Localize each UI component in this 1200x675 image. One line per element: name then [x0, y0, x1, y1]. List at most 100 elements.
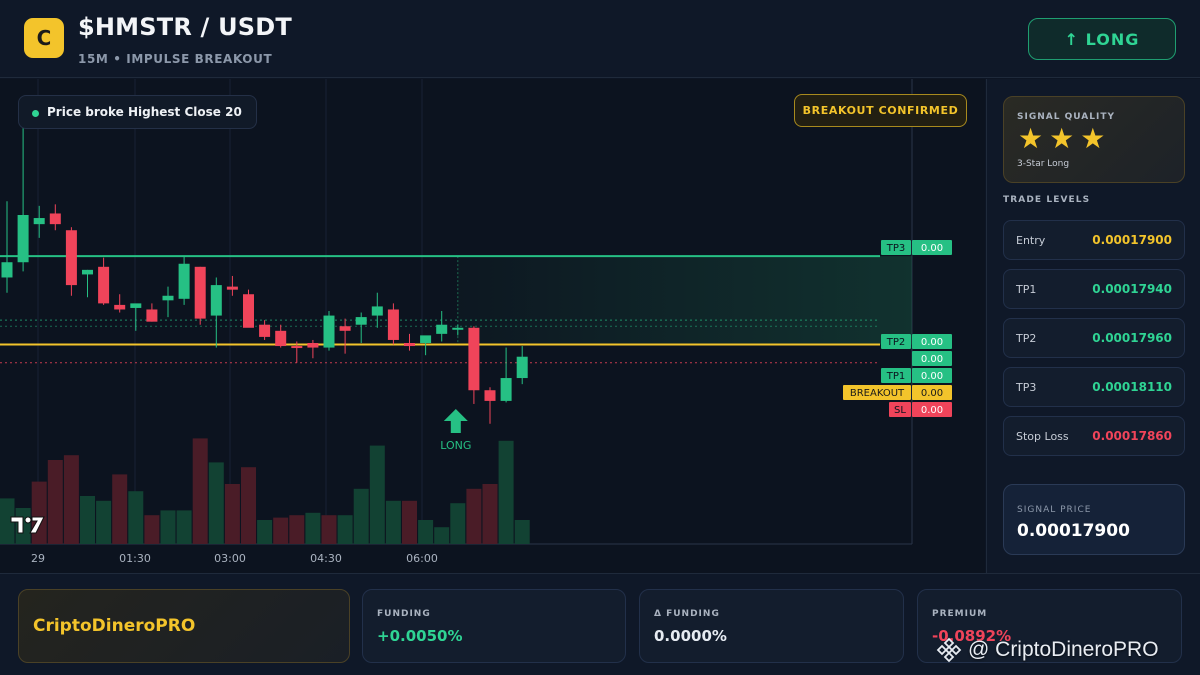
candle-body: [178, 263, 190, 299]
breakout-badge: BREAKOUT CONFIRMED: [794, 94, 967, 127]
candle-body: [452, 327, 464, 330]
trade-level-row: Entry 0.00017900: [1003, 220, 1185, 260]
long-button[interactable]: ↑ LONG: [1028, 18, 1176, 60]
level-tag-label: TP1: [886, 371, 906, 382]
volume-bar: [224, 484, 240, 544]
volume-bar: [112, 474, 128, 544]
delta-funding-card: Δ FUNDING 0.0000%: [639, 589, 904, 663]
candle-body: [484, 390, 496, 401]
level-tag-label: TP3: [886, 243, 906, 254]
chart-note-text: Price broke Highest Close 20: [47, 105, 242, 119]
candle-body: [307, 343, 319, 348]
candle-body: [323, 315, 335, 348]
time-axis-label: 01:30: [119, 552, 151, 565]
watermark-text: @ CriptoDineroPRO: [968, 638, 1159, 661]
watermark: @ CriptoDineroPRO: [936, 636, 1159, 664]
volume-bar: [418, 520, 434, 544]
star-icon: ★: [1018, 122, 1044, 155]
trade-level-row: TP2 0.00017960: [1003, 318, 1185, 358]
tradingview-logo-icon[interactable]: [10, 515, 46, 535]
volume-bar: [402, 500, 417, 544]
funding-value: +0.0050%: [377, 627, 463, 645]
candle-body: [387, 309, 399, 340]
candle-body: [194, 266, 206, 319]
header: C $HMSTR / USDT 15M • IMPULSE BREAKOUT ↑…: [0, 0, 1200, 78]
volume-bar: [144, 515, 160, 544]
trade-level-value: 0.00018110: [1092, 380, 1172, 394]
volume-bar: [450, 503, 466, 544]
volume-bar: [241, 467, 256, 544]
candle-body: [420, 335, 432, 343]
signal-quality-description: 3-Star Long: [1017, 159, 1070, 169]
star-icon: ★: [1080, 122, 1106, 155]
signal-price-card: SIGNAL PRICE 0.00017900: [1003, 484, 1185, 555]
volume-bar: [337, 515, 353, 544]
trade-level-label: Stop Loss: [1016, 430, 1069, 443]
volume-bar: [63, 455, 79, 544]
time-axis-label: 03:00: [214, 552, 246, 565]
volume-bar: [160, 510, 176, 544]
candle-body: [243, 294, 254, 328]
level-tag-label: SL: [894, 405, 906, 416]
volume-bar: [208, 462, 224, 544]
volume-bar: [353, 488, 369, 544]
candle-body: [468, 327, 480, 391]
volume-bar: [482, 484, 498, 544]
volume-bar: [305, 512, 321, 544]
volume-bar: [128, 491, 144, 544]
long-marker-label: LONG: [440, 439, 471, 452]
candle-body: [65, 230, 77, 286]
level-tag-value: 0.00: [921, 354, 943, 365]
level-tag-value: 0.00: [921, 388, 943, 399]
level-tag-label: TP2: [886, 337, 906, 348]
volume-bar: [289, 515, 305, 544]
candle-body: [1, 262, 13, 278]
level-tag-value: 0.00: [921, 371, 943, 382]
signal-price-label: SIGNAL PRICE: [1017, 505, 1092, 515]
candle-body: [82, 269, 93, 275]
page-subtitle: 15M • IMPULSE BREAKOUT: [78, 52, 273, 66]
time-axis-label: 04:30: [310, 552, 342, 565]
star-rating: ★ ★ ★: [1018, 125, 1105, 153]
volume-bar: [273, 517, 289, 544]
status-dot-icon: [32, 110, 39, 117]
candle-body: [33, 218, 45, 225]
trade-level-label: Entry: [1016, 234, 1046, 247]
candle-body: [404, 343, 415, 347]
candle-body: [371, 306, 383, 316]
candle-body: [291, 346, 303, 349]
level-tag-value: 0.00: [921, 337, 943, 348]
star-icon: ★: [1049, 122, 1075, 155]
candlestick-chart[interactable]: LONG 29 01:30 03:00 04:30 06:00 TP3 0.00 TP2 0.00…: [0, 79, 985, 573]
trade-level-value: 0.00017900: [1092, 233, 1172, 247]
volume-bar: [369, 445, 385, 544]
signal-price-value: 0.00017900: [1017, 521, 1130, 541]
volume-bar: [466, 488, 482, 544]
funding-card: FUNDING +0.0050%: [362, 589, 626, 663]
candle-body: [259, 324, 271, 337]
volume-bar: [385, 500, 401, 544]
candle-body: [275, 330, 287, 347]
volume-bar: [192, 438, 208, 544]
trade-level-row: Stop Loss 0.00017860: [1003, 416, 1185, 456]
footer: CriptoDineroPRO FUNDING +0.0050% Δ FUNDI…: [0, 573, 1200, 675]
long-arrow-icon: [443, 409, 468, 433]
candle-body: [114, 304, 126, 310]
candle-body: [210, 285, 222, 316]
volume-bar: [96, 500, 112, 544]
candle-body: [226, 286, 238, 290]
volume-bar: [257, 520, 273, 544]
trade-level-row: TP3 0.00018110: [1003, 367, 1185, 407]
delta-funding-value: 0.0000%: [654, 627, 727, 645]
candle-body: [436, 324, 448, 334]
brand-card[interactable]: CriptoDineroPRO: [18, 589, 350, 663]
chart-note: Price broke Highest Close 20: [18, 95, 257, 129]
price-chart[interactable]: LONG 29 01:30 03:00 04:30 06:00 TP3 0.00 TP2 0.00…: [0, 79, 985, 573]
level-tag-label: BREAKOUT: [850, 388, 905, 399]
signal-quality-card: SIGNAL QUALITY ★ ★ ★ 3-Star Long: [1003, 96, 1185, 183]
candle-body: [339, 326, 351, 331]
candle-body: [146, 309, 158, 322]
level-tag-value: 0.00: [921, 405, 943, 416]
trade-level-value: 0.00017860: [1092, 429, 1172, 443]
time-axis-label: 29: [31, 552, 45, 565]
